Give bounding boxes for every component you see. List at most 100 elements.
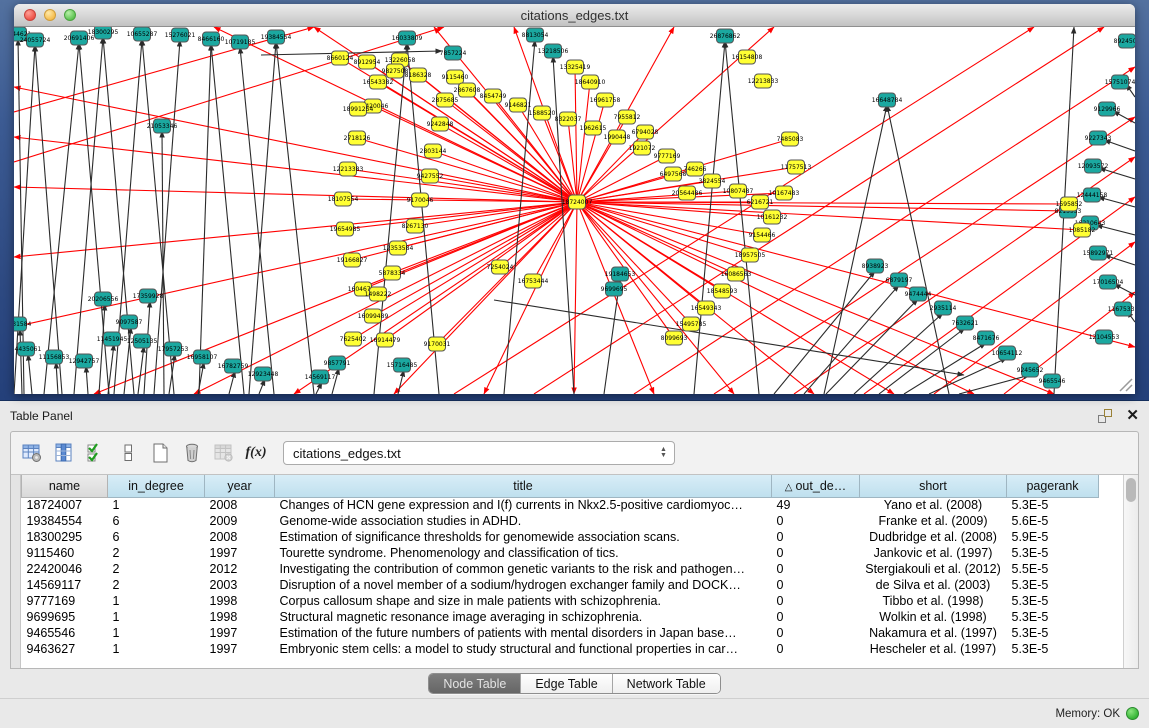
column-header-outde[interactable]: △out_de…: [772, 475, 860, 497]
graph-node[interactable]: 16958107: [187, 350, 218, 364]
column-header-name[interactable]: name: [22, 475, 108, 497]
function-builder-icon[interactable]: f(x): [243, 440, 269, 466]
graph-node[interactable]: 18640910: [575, 75, 606, 89]
graph-node[interactable]: 3824554: [699, 174, 726, 188]
table-cell[interactable]: 9465546: [22, 625, 108, 641]
table-cell[interactable]: 5.3E-5: [1007, 625, 1099, 641]
vertical-scrollbar[interactable]: [1123, 475, 1138, 668]
graph-node[interactable]: 2803144: [420, 144, 447, 158]
tab-network-table[interactable]: Network Table: [613, 674, 720, 693]
table-cell[interactable]: Disruption of a novel member of a sodium…: [275, 577, 772, 593]
graph-node[interactable]: 2718126: [344, 131, 371, 145]
graph-node[interactable]: 8912954: [354, 55, 381, 69]
column-header-pagerank[interactable]: pagerank: [1007, 475, 1099, 497]
table-cell[interactable]: 1997: [205, 641, 275, 657]
table-cell[interactable]: Nakamura et al. (1997): [860, 625, 1007, 641]
graph-node[interactable]: 9115460: [442, 70, 469, 84]
table-cell[interactable]: 49: [772, 497, 860, 513]
graph-node[interactable]: 16914479: [370, 333, 401, 347]
table-row[interactable]: 911546021997Tourette syndrome. Phenomeno…: [22, 545, 1099, 561]
graph-node[interactable]: 8466160: [198, 32, 225, 46]
graph-node[interactable]: 10167483: [769, 186, 800, 200]
scrollbar-thumb[interactable]: [1126, 478, 1136, 502]
table-cell[interactable]: Yano et al. (2008): [860, 497, 1007, 513]
table-cell[interactable]: Jankovic et al. (1997): [860, 545, 1007, 561]
graph-node[interactable]: 16961758: [590, 93, 621, 107]
graph-node[interactable]: 8454749: [480, 89, 507, 103]
table-cell[interactable]: 5.5E-5: [1007, 561, 1099, 577]
graph-node[interactable]: 6497568: [660, 167, 687, 181]
table-cell[interactable]: Tibbo et al. (1998): [860, 593, 1007, 609]
graph-node[interactable]: 16753444: [518, 274, 549, 288]
table-row[interactable]: 1872400712008Changes of HCN gene express…: [22, 497, 1099, 513]
table-cell[interactable]: 0: [772, 593, 860, 609]
graph-node[interactable]: 1588520: [529, 106, 556, 120]
table-cell[interactable]: 5.3E-5: [1007, 609, 1099, 625]
table-cell[interactable]: 0: [772, 513, 860, 529]
graph-node[interactable]: 15892971: [1083, 246, 1114, 260]
table-cell[interactable]: Genome-wide association studies in ADHD.: [275, 513, 772, 529]
graph-node[interactable]: 9227343: [1085, 131, 1112, 145]
graph-node[interactable]: 16782759: [218, 359, 249, 373]
new-table-icon[interactable]: [147, 440, 173, 466]
table-cell[interactable]: 19384554: [22, 513, 108, 529]
graph-node[interactable]: 11451945: [97, 332, 128, 346]
column-header-year[interactable]: year: [205, 475, 275, 497]
graph-node[interactable]: 12942757: [69, 354, 100, 368]
table-row[interactable]: 2242004622012Investigating the contribut…: [22, 561, 1099, 577]
graph-node[interactable]: 16033809: [392, 31, 423, 45]
graph-node[interactable]: 19184653: [605, 267, 636, 281]
graph-node[interactable]: 12444158: [1077, 188, 1108, 202]
graph-node[interactable]: 18107554: [328, 192, 359, 206]
attribute-table[interactable]: namein_degreeyeartitle△out_de…shortpager…: [21, 475, 1099, 657]
table-cell[interactable]: Stergiakouli et al. (2012): [860, 561, 1007, 577]
table-row[interactable]: 1938455462009Genome-wide association stu…: [22, 513, 1099, 529]
graph-node[interactable]: 13218506: [538, 44, 569, 58]
table-cell[interactable]: 2003: [205, 577, 275, 593]
table-row[interactable]: 1830029562008Estimation of significance …: [22, 529, 1099, 545]
graph-node[interactable]: 15751074: [1105, 75, 1135, 89]
table-cell[interactable]: 1998: [205, 609, 275, 625]
table-cell[interactable]: 5.3E-5: [1007, 545, 1099, 561]
table-cell[interactable]: 1: [108, 625, 205, 641]
table-cell[interactable]: 5.3E-5: [1007, 497, 1099, 513]
table-cell[interactable]: 5.3E-5: [1007, 641, 1099, 657]
table-selector-dropdown[interactable]: citations_edges.txt ▲▼: [283, 441, 675, 465]
graph-node[interactable]: 7955812: [614, 110, 641, 124]
graph-node[interactable]: 2935114: [930, 301, 957, 315]
table-cell[interactable]: 0: [772, 625, 860, 641]
graph-node[interactable]: 10654112: [992, 346, 1023, 360]
column-header-title[interactable]: title: [275, 475, 772, 497]
graph-node[interactable]: 16648784: [872, 93, 903, 107]
table-cell[interactable]: Embryonic stem cells: a model to study s…: [275, 641, 772, 657]
graph-node[interactable]: 9170046: [407, 193, 434, 207]
table-cell[interactable]: Investigating the contribution of common…: [275, 561, 772, 577]
table-cell[interactable]: 1997: [205, 625, 275, 641]
tab-node-table[interactable]: Node Table: [429, 674, 521, 693]
table-row[interactable]: 1456911722003Disruption of a novel membe…: [22, 577, 1099, 593]
table-cell[interactable]: Estimation of the future numbers of pati…: [275, 625, 772, 641]
graph-node[interactable]: 12213833: [748, 74, 779, 88]
table-cell[interactable]: 1: [108, 593, 205, 609]
graph-node[interactable]: 6794028: [632, 125, 659, 139]
table-cell[interactable]: 2: [108, 545, 205, 561]
table-cell[interactable]: 14569117: [22, 577, 108, 593]
graph-node[interactable]: 9427552: [417, 169, 444, 183]
graph-node[interactable]: 13325419: [560, 60, 591, 74]
table-cell[interactable]: 2012: [205, 561, 275, 577]
table-cell[interactable]: 0: [772, 561, 860, 577]
graph-node[interactable]: 12093572: [1078, 159, 1109, 173]
graph-node[interactable]: 7254024: [487, 260, 514, 274]
table-cell[interactable]: Franke et al. (2009): [860, 513, 1007, 529]
table-cell[interactable]: 5.3E-5: [1007, 577, 1099, 593]
table-cell[interactable]: de Silva et al. (2003): [860, 577, 1007, 593]
network-canvas[interactable]: 1644621240557242069140618300295106552871…: [14, 27, 1135, 394]
graph-node[interactable]: 7485083: [777, 132, 804, 146]
table-cell[interactable]: 2: [108, 577, 205, 593]
table-cell[interactable]: Corpus callosum shape and size in male p…: [275, 593, 772, 609]
table-cell[interactable]: Dudbridge et al. (2008): [860, 529, 1007, 545]
graph-node[interactable]: 14435061: [14, 342, 41, 356]
table-cell[interactable]: 5.3E-5: [1007, 593, 1099, 609]
select-all-icon[interactable]: [83, 440, 109, 466]
table-cell[interactable]: 6: [108, 529, 205, 545]
